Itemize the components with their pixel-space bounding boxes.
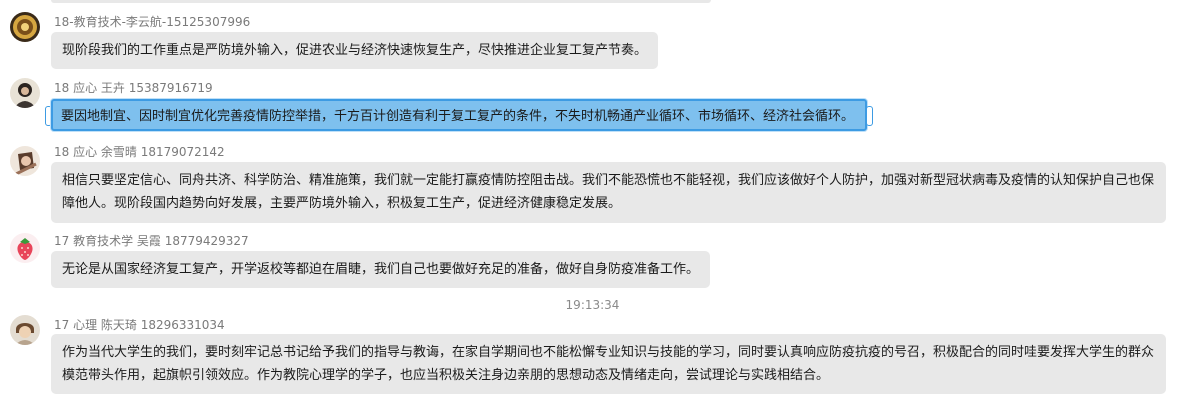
chat-window: 18-教育技术-李云航-15125307996 现阶段我们的工作重点是严防境外输… [0,0,1185,406]
message-bubble[interactable]: 作为当代大学生的我们，要时刻牢记总书记给予我们的指导与教诲，在家自学期间也不能松… [51,334,1166,394]
avatar-image [10,315,40,345]
message-sender: 18-教育技术-李云航-15125307996 [54,15,251,29]
message-bubble-selected[interactable]: 要因地制宜、因时制宜优化完善疫情防控举措，千方百计创造有利于复工复产的条件，不失… [51,99,867,131]
avatar[interactable] [10,146,40,176]
message-sender: 17 心理 陈天琦 18296331034 [54,318,225,332]
message-sender: 18 应心 王卉 15387916719 [54,81,213,95]
message-sender: 18 应心 余雪晴 18179072142 [54,145,225,159]
message-bubble[interactable]: 相信只要坚定信心、同舟共济、科学防治、精准施策，我们就一定能打赢疫情防控阻击战。… [51,162,1166,223]
avatar[interactable] [10,12,40,42]
avatar-image [10,78,40,108]
message-timestamp: 19:13:34 [565,298,620,312]
strawberry-avatar-icon [10,233,40,263]
message-bubble[interactable]: 现阶段我们的工作重点是严防境外输入，促进农业与经济快速恢复生产，尽快推进企业复工… [51,32,659,69]
message-sender: 17 教育技术学 吴霞 18779429327 [54,234,249,248]
avatar[interactable] [10,233,40,263]
previous-message-bubble-edge [51,0,711,3]
avatar[interactable] [10,315,40,345]
avatar-image [10,146,40,176]
avatar[interactable] [10,78,40,108]
selection-handle-right[interactable] [866,106,873,126]
message-bubble[interactable]: 无论是从国家经济复工复产，开学返校等都迫在眉睫，我们自己也要做好充足的准备，做好… [51,251,711,288]
avatar-image [10,12,40,42]
